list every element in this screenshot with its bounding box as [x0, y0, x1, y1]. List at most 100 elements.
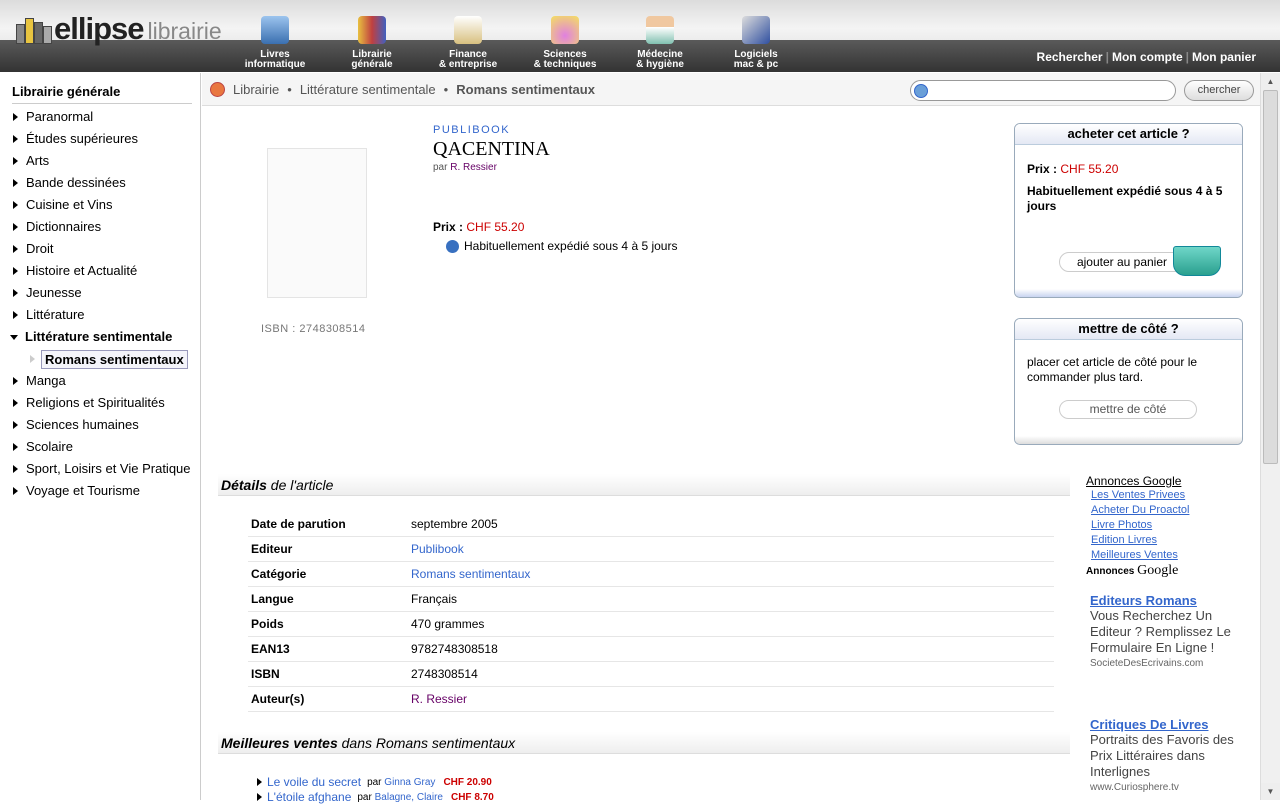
site-logo[interactable]: ellipse librairie: [16, 13, 222, 44]
bestseller-title-link[interactable]: L'étoile afghane: [267, 790, 351, 804]
sidebar-item[interactable]: Voyage et Tourisme: [10, 480, 191, 502]
rechercher-link[interactable]: Rechercher: [1037, 50, 1103, 64]
detail-value-link[interactable]: Romans sentimentaux: [411, 567, 530, 581]
detail-key: Poids: [251, 617, 284, 631]
sidebar-item[interactable]: Religions et Spiritualités: [10, 392, 191, 414]
by-prefix: par: [433, 162, 448, 173]
mon-panier-link[interactable]: Mon panier: [1192, 50, 1256, 64]
doctor-icon: [646, 16, 674, 44]
sidebar-item[interactable]: Arts: [10, 150, 191, 172]
detail-value: 470 grammes: [411, 617, 485, 631]
list-item: L'étoile afghane par Balagne, Claire CHF…: [257, 790, 494, 804]
save-box: mettre de côté ? placer cet article de c…: [1014, 318, 1243, 445]
sidebar-title: Librairie générale: [12, 84, 192, 104]
detail-key: Date de parution: [251, 517, 346, 531]
book-cover-image: [267, 148, 367, 298]
save-box-footer: [1015, 436, 1242, 444]
heading-rest: dans Romans sentimentaux: [337, 735, 516, 751]
basket-icon: [1173, 246, 1221, 276]
bestseller-by: par Ginna Gray: [367, 777, 435, 788]
scrollbar-thumb[interactable]: [1263, 90, 1278, 464]
nav-label: & techniques: [533, 59, 597, 70]
sidebar-item-expanded[interactable]: Littérature sentimentale: [10, 326, 191, 348]
nav-label: mac & pc: [733, 59, 779, 70]
scroll-down-icon[interactable]: ▼: [1261, 783, 1280, 800]
top-links: Rechercher | Mon compte | Mon panier: [1036, 50, 1256, 64]
add-to-cart-button[interactable]: ajouter au panier: [1059, 252, 1185, 272]
expand-arrow-icon: [13, 135, 18, 143]
detail-key: Auteur(s): [251, 692, 305, 706]
nav-logiciels[interactable]: Logiciels mac & pc: [711, 16, 801, 70]
nav-livres-informatique[interactable]: Livres informatique: [230, 16, 320, 70]
sidebar-item-label: Arts: [26, 153, 50, 168]
detail-value-link[interactable]: Publibook: [411, 542, 464, 556]
shipping-text: Habituellement expédié sous 4 à 5 jours: [464, 239, 678, 253]
sidebar-item[interactable]: Sport, Loisirs et Vie Pratique: [10, 458, 191, 480]
logo-books-icon: [16, 16, 52, 44]
scroll-up-icon[interactable]: ▲: [1261, 73, 1280, 90]
nav-librairie-generale[interactable]: Librairie générale: [327, 16, 417, 70]
table-row: Langue Français: [248, 587, 1054, 612]
ad-headline[interactable]: Critiques De Livres: [1090, 717, 1240, 732]
breadcrumb-link[interactable]: Librairie: [233, 82, 279, 97]
nav-finance-entreprise[interactable]: Finance & entreprise: [423, 16, 513, 70]
detail-value: 2748308514: [411, 667, 478, 681]
sidebar-item-label: Littérature: [26, 307, 85, 322]
sidebar-item[interactable]: Manga: [10, 370, 191, 392]
sidebar-item[interactable]: Jeunesse: [10, 282, 191, 304]
sidebar-item-label: Sciences humaines: [26, 417, 139, 432]
ad-link[interactable]: Edition Livres: [1091, 533, 1236, 548]
bestsellers-heading: Meilleures ventes dans Romans sentimenta…: [218, 732, 1070, 754]
details-heading: Détails de l'article: [218, 474, 1070, 496]
sidebar-item[interactable]: Paranormal: [10, 106, 191, 128]
bestseller-title-link[interactable]: Le voile du secret: [267, 775, 361, 789]
price-value: CHF 55.20: [1060, 162, 1119, 176]
expand-arrow-icon: [13, 289, 18, 297]
bestseller-author-link[interactable]: Ginna Gray: [384, 777, 435, 788]
ads-by-label: Annonces: [1086, 566, 1135, 577]
sidebar-item[interactable]: Sciences humaines: [10, 414, 191, 436]
sidebar-subitem-selected[interactable]: Romans sentimentaux: [10, 348, 191, 370]
sidebar-item[interactable]: Littérature: [10, 304, 191, 326]
ad-block[interactable]: Critiques De Livres Portraits des Favori…: [1090, 717, 1240, 793]
ad-block[interactable]: Editeurs Romans Vous Recherchez Un Edite…: [1090, 593, 1240, 669]
sidebar-item[interactable]: Études supérieures: [10, 128, 191, 150]
mon-compte-link[interactable]: Mon compte: [1112, 50, 1183, 64]
sidebar-item-label: Romans sentimentaux: [41, 349, 188, 369]
nav-medecine-hygiene[interactable]: Médecine & hygiène: [615, 16, 705, 70]
page-scrollbar[interactable]: ▲ ▼: [1260, 73, 1280, 800]
sidebar-item[interactable]: Dictionnaires: [10, 216, 191, 238]
monitor-icon: [261, 16, 289, 44]
sidebar-item[interactable]: Cuisine et Vins: [10, 194, 191, 216]
sidebar-item[interactable]: Bande dessinées: [10, 172, 191, 194]
collapse-arrow-icon: [10, 334, 18, 340]
sidebar-item[interactable]: Histoire et Actualité: [10, 260, 191, 282]
detail-value-link[interactable]: R. Ressier: [411, 692, 467, 706]
ad-link[interactable]: Meilleures Ventes: [1091, 548, 1236, 563]
search-box: [910, 80, 1176, 101]
ads-by-google[interactable]: Annonces Google: [1086, 563, 1236, 579]
ad-headline[interactable]: Editeurs Romans: [1090, 593, 1240, 608]
product-author-link[interactable]: R. Ressier: [450, 162, 497, 173]
ad-link[interactable]: Livre Photos: [1091, 518, 1236, 533]
search-input[interactable]: [933, 83, 1169, 98]
ads-title[interactable]: Annonces Google: [1086, 474, 1236, 488]
ad-link[interactable]: Les Ventes Privees: [1091, 488, 1236, 503]
rss-icon[interactable]: [210, 82, 225, 97]
save-for-later-button[interactable]: mettre de côté: [1059, 400, 1197, 419]
price-label: Prix :: [433, 220, 464, 234]
bestseller-author-link[interactable]: Balagne, Claire: [375, 792, 443, 803]
sidebar-item[interactable]: Scolaire: [10, 436, 191, 458]
sidebar-item[interactable]: Droit: [10, 238, 191, 260]
breadcrumb-link[interactable]: Littérature sentimentale: [300, 82, 436, 97]
search-button[interactable]: chercher: [1184, 80, 1254, 101]
product-publisher[interactable]: PUBLIBOOK: [433, 124, 510, 136]
nav-sciences-techniques[interactable]: Sciences & techniques: [520, 16, 610, 70]
table-row: EAN13 9782748308518: [248, 637, 1054, 662]
product-price: Prix : CHF 55.20: [433, 220, 524, 234]
table-row: Editeur Publibook: [248, 537, 1054, 562]
ad-link[interactable]: Acheter Du Proactol: [1091, 503, 1236, 518]
heading-rest: de l'article: [266, 477, 334, 493]
sidebar-item-label: Religions et Spiritualités: [26, 395, 165, 410]
save-box-title: mettre de côté ?: [1015, 319, 1242, 340]
